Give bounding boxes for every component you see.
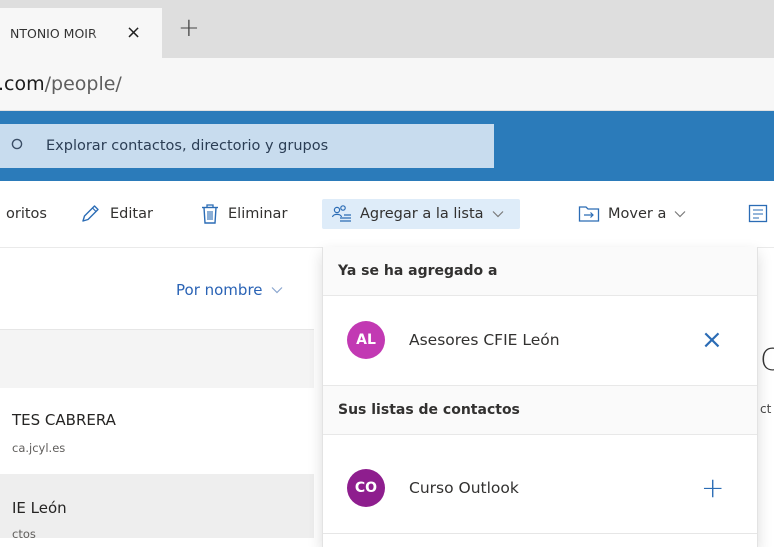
- list-item[interactable]: TES CABRERA ca.jcyl.es: [0, 388, 314, 455]
- avatar: CO: [347, 469, 385, 507]
- added-to-heading: Ya se ha agregado a: [323, 247, 757, 296]
- delete-button[interactable]: Eliminar: [200, 199, 287, 229]
- sort-dropdown[interactable]: Por nombre: [176, 281, 283, 299]
- list-item[interactable]: IE León ctos: [0, 474, 314, 541]
- contact-subtitle: ctos: [12, 527, 36, 541]
- search-placeholder: Explorar contactos, directorio y grupos: [46, 138, 329, 154]
- remove-icon[interactable]: ×: [701, 327, 723, 353]
- pencil-icon: [82, 205, 99, 222]
- cropped-heading-fragment: C: [760, 343, 774, 378]
- move-to-label: Mover a: [608, 206, 667, 222]
- contact-name: TES CABRERA: [12, 411, 116, 429]
- url-path: /people/: [44, 73, 122, 95]
- url-host: .com: [0, 73, 45, 95]
- browser-tab[interactable]: NTONIO MOIR ×: [0, 8, 162, 58]
- command-bar: oritos Editar Eliminar Agregar a la list…: [0, 181, 774, 248]
- add-to-list-button[interactable]: Agregar a la lista: [322, 199, 520, 229]
- tab-title: NTONIO MOIR: [10, 25, 97, 41]
- your-lists-heading: Sus listas de contactos: [323, 385, 757, 435]
- added-list-item[interactable]: AL Asesores CFIE León ×: [323, 295, 757, 385]
- edit-button[interactable]: Editar: [80, 199, 153, 229]
- add-to-list-label: Agregar a la lista: [360, 206, 484, 222]
- folder-move-icon: [578, 206, 600, 222]
- edit-label: Editar: [110, 206, 153, 222]
- url-text: .com/people/: [0, 73, 122, 95]
- add-to-list-dropdown: Ya se ha agregado a AL Asesores CFIE Leó…: [322, 247, 758, 547]
- delete-label: Eliminar: [228, 206, 288, 222]
- categorize-icon: [748, 204, 768, 223]
- move-to-button[interactable]: Mover a: [578, 199, 694, 229]
- contact-email: ca.jcyl.es: [12, 441, 66, 455]
- chevron-down-icon: [271, 287, 282, 294]
- list-name: Asesores CFIE León: [409, 331, 560, 349]
- contact-list-item[interactable]: CO Curso Outlook +: [323, 443, 757, 533]
- contact-name: IE León: [12, 499, 67, 517]
- list-name: Curso Outlook: [409, 479, 519, 497]
- new-tab-icon[interactable]: +: [178, 15, 200, 41]
- address-bar[interactable]: .com/people/: [0, 58, 774, 111]
- avatar: AL: [347, 321, 385, 359]
- close-tab-icon[interactable]: ×: [126, 24, 141, 42]
- add-icon[interactable]: +: [701, 474, 724, 502]
- your-lists-heading-text: Sus listas de contactos: [338, 402, 520, 418]
- search-box[interactable]: Explorar contactos, directorio y grupos: [0, 124, 494, 168]
- list-group-header: [0, 330, 314, 388]
- added-to-heading-text: Ya se ha agregado a: [338, 263, 498, 279]
- favorites-button[interactable]: oritos: [6, 199, 47, 229]
- cropped-text-fragment: ct: [760, 402, 772, 416]
- search-icon: [11, 138, 23, 150]
- app-header: Explorar contactos, directorio y grupos: [0, 111, 774, 181]
- more-actions-button[interactable]: [748, 199, 774, 229]
- browser-tab-strip: NTONIO MOIR × +: [0, 0, 774, 58]
- trash-icon: [202, 204, 218, 224]
- chevron-down-icon: [674, 211, 686, 218]
- sort-label: Por nombre: [176, 281, 263, 299]
- favorites-label: oritos: [6, 206, 47, 222]
- divider: [323, 533, 757, 534]
- chevron-down-icon: [492, 211, 503, 218]
- add-to-list-icon: [331, 205, 351, 222]
